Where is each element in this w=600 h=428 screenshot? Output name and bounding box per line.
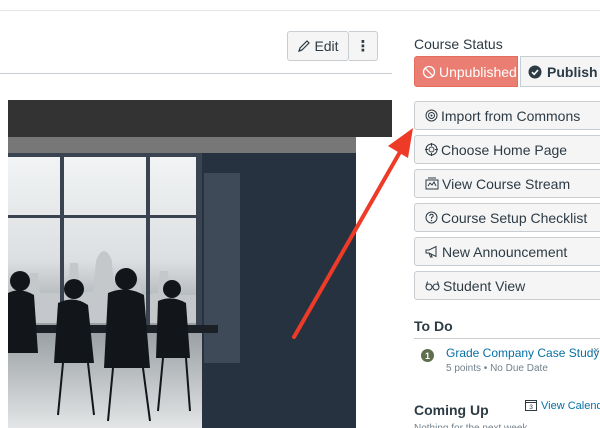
check-circle-icon <box>528 65 542 78</box>
prohibited-icon <box>422 65 436 78</box>
target-icon <box>425 143 438 156</box>
choose-home-page-button[interactable]: Choose Home Page <box>414 135 600 164</box>
todo-divider <box>414 338 600 339</box>
todo-heading: To Do <box>414 318 453 334</box>
announcement-icon <box>425 245 437 258</box>
todo-dismiss-button[interactable]: × <box>593 345 599 357</box>
header-divider <box>0 73 392 74</box>
import-from-commons-label: Import from Commons <box>441 107 581 124</box>
main-content: Edit ⋮ <box>0 0 392 428</box>
course-setup-checklist-label: Course Setup Checklist <box>441 209 588 226</box>
student-view-button[interactable]: Student View <box>414 271 600 300</box>
sidebar: Course Status Unpublished Publish Import… <box>414 0 600 428</box>
view-calendar-link[interactable]: View Calendar <box>541 400 600 412</box>
pencil-icon <box>298 40 311 52</box>
todo-item-link[interactable]: Grade Company Case Study <box>446 346 599 360</box>
coming-up-empty-text: Nothing for the next week <box>414 423 600 428</box>
kebab-icon: ⋮ <box>355 38 371 55</box>
todo-count-badge: 1 <box>421 349 434 362</box>
more-options-button[interactable]: ⋮ <box>349 31 378 61</box>
edit-button[interactable]: Edit <box>287 31 349 61</box>
stream-icon <box>425 177 439 190</box>
publish-label: Publish <box>547 63 598 80</box>
course-banner-bar <box>8 100 392 137</box>
choose-home-page-label: Choose Home Page <box>441 141 568 158</box>
edit-label: Edit <box>314 38 339 54</box>
commons-icon <box>425 109 438 122</box>
course-status-heading: Course Status <box>414 36 503 52</box>
calendar-icon: 3 <box>525 400 537 411</box>
course-banner-strip <box>8 137 356 153</box>
student-view-label: Student View <box>443 277 526 294</box>
new-announcement-label: New Announcement <box>442 243 568 260</box>
new-announcement-button[interactable]: New Announcement <box>414 237 600 266</box>
course-image <box>8 153 356 428</box>
import-from-commons-button[interactable]: Import from Commons <box>414 101 600 130</box>
question-icon <box>425 211 438 224</box>
unpublish-button[interactable]: Unpublished <box>414 56 518 87</box>
todo-item-meta: 5 points • No Due Date <box>446 363 548 374</box>
publish-button[interactable]: Publish <box>520 56 600 87</box>
view-course-stream-button[interactable]: View Course Stream <box>414 169 600 198</box>
unpublish-label: Unpublished <box>439 63 517 80</box>
view-course-stream-label: View Course Stream <box>442 175 571 192</box>
glasses-icon <box>425 281 440 291</box>
course-setup-checklist-button[interactable]: Course Setup Checklist <box>414 203 600 232</box>
calendar-day: 3 <box>529 404 533 411</box>
coming-up-heading: Coming Up <box>414 402 489 418</box>
